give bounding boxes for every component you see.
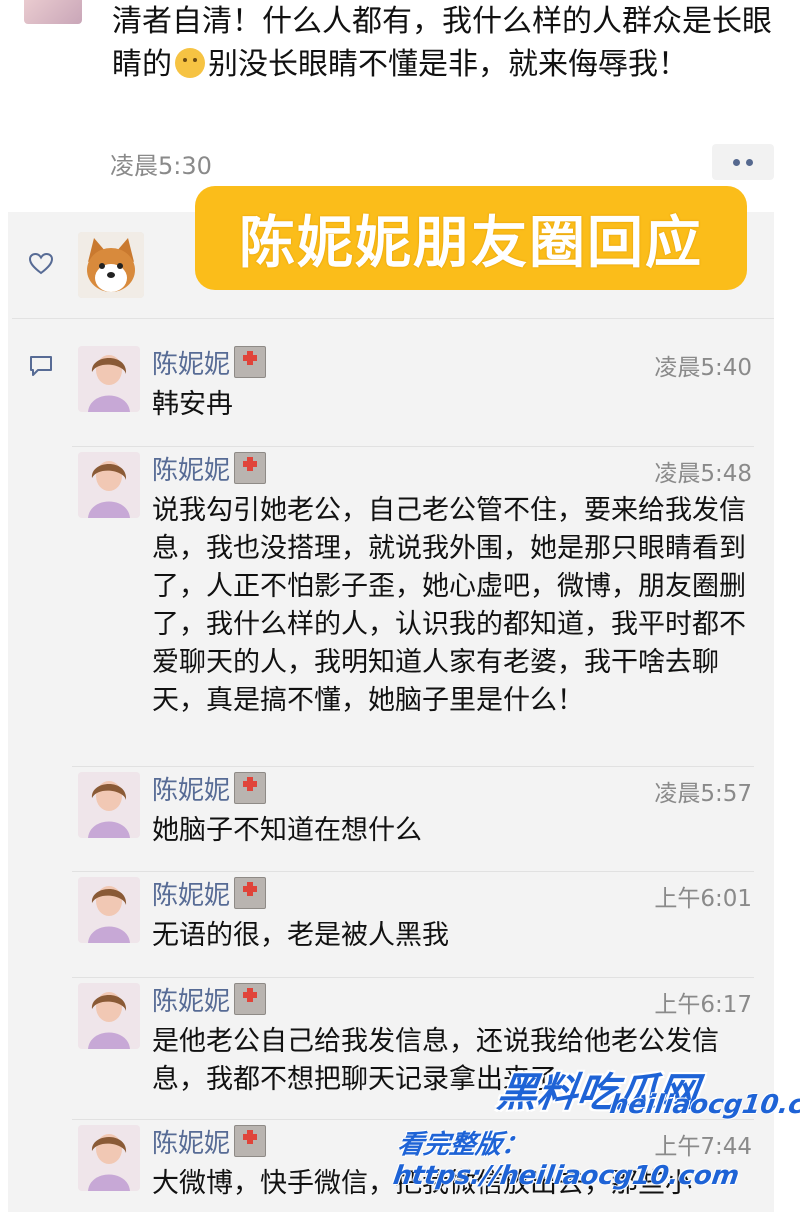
comment-timestamp: 凌晨5:48: [654, 461, 752, 487]
comment-timestamp: 凌晨5:57: [654, 781, 752, 807]
hospital-emoji-icon: [234, 877, 267, 909]
commenter-avatar[interactable]: [78, 452, 140, 518]
comment-divider: [72, 871, 754, 872]
liker-avatar-shiba[interactable]: [78, 232, 144, 298]
commenter-avatar[interactable]: [78, 983, 140, 1049]
hospital-emoji-icon: [234, 346, 267, 378]
comment-timestamp: 凌晨5:40: [654, 355, 752, 381]
commenter-name[interactable]: 陈妮妮: [152, 875, 267, 912]
dot-icon: [733, 158, 740, 166]
post-timestamp: 凌晨5:30: [110, 152, 212, 180]
post-text-part2: 别没长眼睛不懂是非，就来侮辱我！: [208, 47, 688, 82]
commenter-name-text: 陈妮妮: [152, 776, 231, 806]
comment-text: 韩安冉: [152, 389, 233, 420]
commenter-name-text: 陈妮妮: [152, 456, 231, 486]
hospital-emoji-icon: [234, 983, 267, 1015]
comment-timestamp: 上午6:17: [654, 992, 752, 1018]
commenter-name[interactable]: 陈妮妮: [152, 344, 267, 381]
commenter-name[interactable]: 陈妮妮: [152, 1123, 267, 1160]
hospital-emoji-icon: [234, 1125, 267, 1157]
title-banner: 陈妮妮朋友圈回应: [195, 186, 747, 290]
watermark-link: 看完整版：https://heiliaocg10.com: [391, 1130, 742, 1191]
commenter-name[interactable]: 陈妮妮: [152, 981, 267, 1018]
smile-emoji-icon: [175, 48, 205, 78]
commenter-name[interactable]: 陈妮妮: [152, 770, 267, 807]
commenter-avatar[interactable]: [78, 877, 140, 943]
comment-text: 她脑子不知道在想什么: [152, 815, 422, 846]
comment-divider: [72, 446, 754, 447]
hospital-emoji-icon: [234, 452, 267, 484]
commenter-name-text: 陈妮妮: [152, 1129, 231, 1159]
comment-text: 说我勾引她老公，自己老公管不住，要来给我发信息，我也没搭理，就说我外围，她是那只…: [152, 495, 746, 716]
dot-icon: [746, 158, 753, 166]
comment-icon: [30, 356, 52, 376]
divider: [12, 318, 774, 319]
comment-divider: [72, 766, 754, 767]
commenter-avatar[interactable]: [78, 1125, 140, 1191]
heart-icon: [28, 252, 54, 275]
more-options-button[interactable]: [712, 144, 774, 180]
post-text: 清者自清！什么人都有，我什么样的人群众是长眼睛的 别没长眼睛不懂是非，就来侮辱我！: [112, 0, 772, 86]
poster-avatar[interactable]: [24, 0, 82, 24]
comment-divider: [72, 977, 754, 978]
commenter-name-text: 陈妮妮: [152, 987, 231, 1017]
commenter-avatar[interactable]: [78, 346, 140, 412]
commenter-name-text: 陈妮妮: [152, 881, 231, 911]
comment-text: 无语的很，老是被人黑我: [152, 920, 449, 951]
banner-text: 陈妮妮朋友圈回应: [239, 210, 703, 276]
hospital-emoji-icon: [234, 772, 267, 804]
commenter-avatar[interactable]: [78, 772, 140, 838]
comment-timestamp: 上午6:01: [654, 886, 752, 912]
commenter-name[interactable]: 陈妮妮: [152, 450, 267, 487]
watermark-url: heiliaocg10.com: [607, 1090, 800, 1120]
commenter-name-text: 陈妮妮: [152, 350, 231, 380]
